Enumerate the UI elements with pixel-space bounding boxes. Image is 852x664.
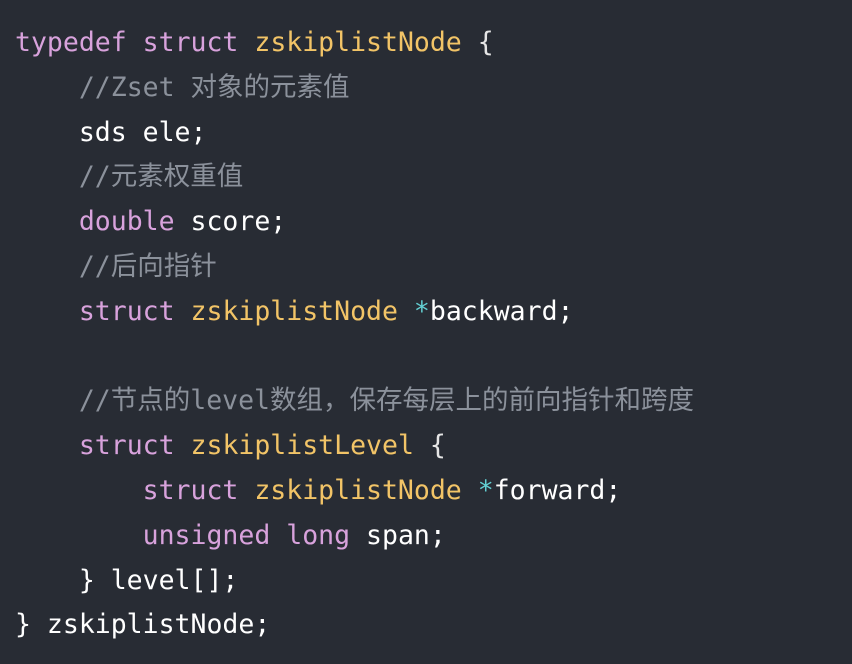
code-token: { bbox=[413, 430, 446, 462]
code-block: typedef struct zskiplistNode { //Zset 对象… bbox=[0, 0, 852, 664]
code-keyword: long bbox=[286, 519, 351, 551]
code-pointer-symbol: * bbox=[413, 295, 430, 327]
code-token: backward; bbox=[429, 295, 574, 327]
code-line: struct zskiplistNode *forward; bbox=[15, 469, 852, 514]
code-type-name: zskiplistNode bbox=[190, 295, 398, 327]
code-line: struct zskiplistNode *backward; bbox=[15, 290, 852, 335]
code-line: typedef struct zskiplistNode { bbox=[15, 21, 852, 66]
code-token: span; bbox=[350, 519, 446, 551]
code-type-name: zskiplistNode bbox=[254, 27, 462, 58]
code-token: sds ele; bbox=[15, 116, 207, 148]
code-line: unsigned long span; bbox=[15, 514, 852, 559]
code-line: } zskiplistNode; bbox=[15, 603, 852, 648]
code-line: } level[]; bbox=[15, 559, 852, 604]
code-line: struct zskiplistLevel { bbox=[15, 424, 852, 469]
code-keyword: unsigned bbox=[142, 519, 271, 551]
code-token: forward; bbox=[493, 474, 622, 506]
code-line: double score; bbox=[15, 200, 852, 245]
code-keyword: double bbox=[78, 206, 175, 238]
code-token: { bbox=[461, 27, 494, 58]
code-keyword: struct bbox=[142, 27, 239, 58]
code-type-name: zskiplistNode bbox=[254, 474, 462, 506]
code-comment: //后向指针 bbox=[78, 250, 217, 282]
code-line: //后向指针 bbox=[15, 245, 852, 290]
code-line: //Zset 对象的元素值 bbox=[15, 66, 852, 111]
code-comment: //Zset 对象的元素值 bbox=[78, 71, 350, 103]
code-line: sds ele; bbox=[15, 111, 852, 156]
code-keyword: struct bbox=[78, 430, 175, 462]
code-token: } zskiplistNode; bbox=[15, 609, 271, 641]
code-keyword: struct bbox=[78, 295, 175, 327]
code-line: //元素权重值 bbox=[15, 155, 852, 200]
code-comment: //节点的level数组，保存每层上的前向指针和跨度 bbox=[78, 385, 695, 417]
code-token: score; bbox=[174, 206, 287, 238]
code-keyword: typedef bbox=[15, 27, 127, 58]
code-token: } level[]; bbox=[15, 564, 239, 596]
code-comment: //元素权重值 bbox=[78, 161, 244, 193]
code-keyword: struct bbox=[142, 474, 239, 506]
code-pointer-symbol: * bbox=[477, 474, 494, 506]
code-lines: typedef struct zskiplistNode { //Zset 对象… bbox=[15, 21, 852, 648]
code-line: //节点的level数组，保存每层上的前向指针和跨度 bbox=[15, 379, 852, 424]
code-type-name: zskiplistLevel bbox=[190, 430, 414, 462]
